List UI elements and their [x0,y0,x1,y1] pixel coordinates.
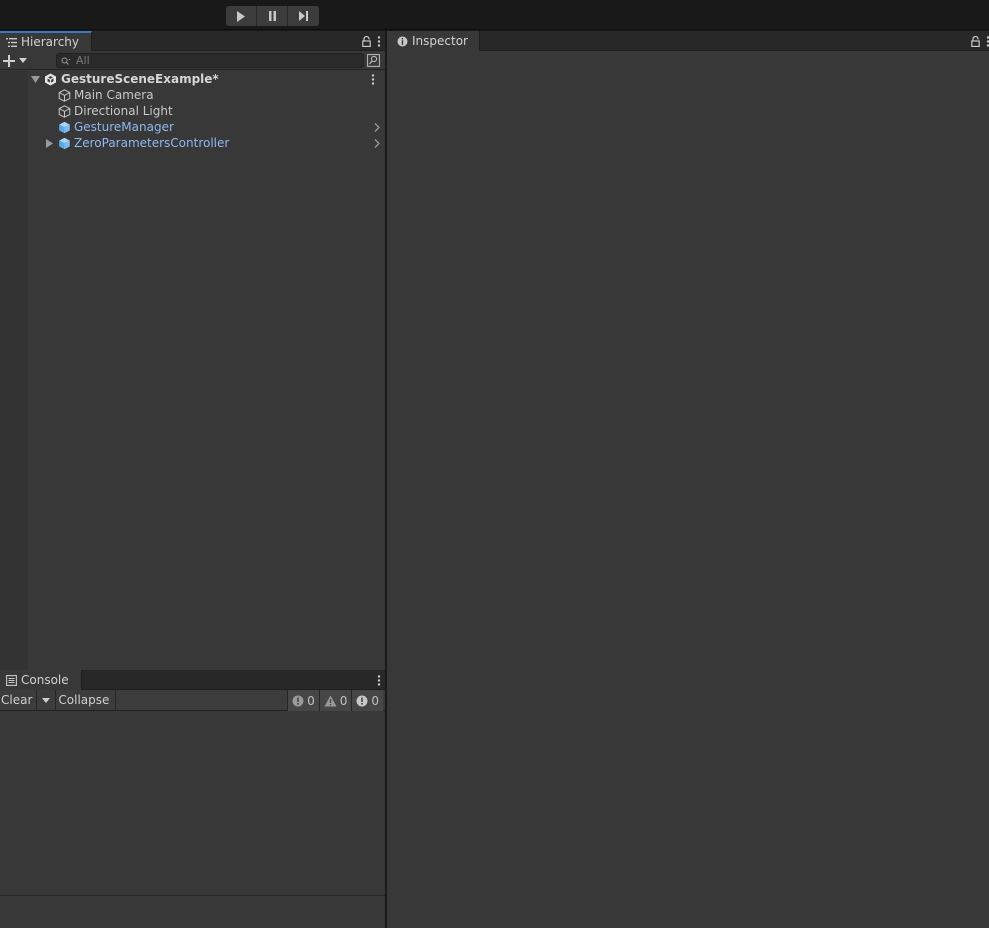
console-tab-controls [377,672,381,688]
tree-row-label: ZeroParametersController [74,136,230,150]
inspector-panel: Inspector [387,31,989,928]
tab-hierarchy-label: Hierarchy [21,35,80,49]
unity-scene-icon [43,72,57,86]
console-tabbar: Console [0,670,385,690]
hierarchy-tab-controls [362,33,381,49]
clear-button[interactable]: Clear [0,689,38,711]
create-dropdown-button[interactable] [3,53,29,68]
kebab-menu-icon[interactable] [377,35,381,47]
collapse-label: Collapse [58,693,110,707]
playmode-controls [226,6,319,26]
cube-outline-icon [57,88,71,102]
tree-row-label: Directional Light [74,104,173,118]
search-icon [61,57,71,65]
tree-row-scene[interactable]: GestureSceneExample* [0,71,385,87]
hierarchy-tree: GestureSceneExample* Main Camera Directi… [0,71,385,670]
tab-hierarchy[interactable]: Hierarchy [0,31,92,51]
info-count: 0 [307,693,315,708]
console-counters: 0 0 0 [287,690,383,711]
tree-row-label: GestureSceneExample* [61,72,219,86]
hierarchy-panel: Hierarchy All GestureSceneExample* Main … [0,31,385,670]
pause-button[interactable] [257,6,288,26]
info-icon [292,695,304,706]
tree-row-directional-light[interactable]: Directional Light [0,103,385,119]
info-count-toggle[interactable]: 0 [287,690,319,711]
inspector-tabbar: Inspector [387,31,989,51]
error-count: 0 [371,693,379,708]
prefab-cube-icon [57,136,71,150]
warning-icon [324,695,337,706]
console-toolbar: Clear Collapse 0 0 0 [0,689,385,711]
search-by-type-icon [367,54,380,67]
console-panel: Console Clear Collapse 0 0 0 [0,670,385,928]
dropdown-arrow-icon [42,697,51,703]
plus-icon [3,54,15,67]
console-icon [5,674,17,686]
dropdown-arrow-icon [19,58,27,63]
foldout-collapsed-icon[interactable] [44,135,54,151]
tab-inspector-label: Inspector [412,34,468,48]
warning-count: 0 [339,693,348,708]
lock-icon[interactable] [971,35,980,47]
main-toolbar [0,0,989,30]
tab-console-label: Console [21,673,69,687]
search-placeholder: All [76,54,90,67]
cube-outline-icon [57,104,71,118]
error-icon [356,695,368,706]
step-button[interactable] [288,6,319,26]
inspector-tab-controls [971,33,989,49]
chevron-right-icon[interactable] [373,135,381,151]
play-button[interactable] [226,6,257,26]
chevron-right-icon[interactable] [373,119,381,135]
error-count-toggle[interactable]: 0 [351,690,383,711]
foldout-expanded-icon[interactable] [30,71,40,87]
scene-kebab-menu-icon[interactable] [369,71,377,87]
hierarchy-tabbar: Hierarchy [0,31,385,51]
lock-icon[interactable] [362,35,371,47]
tree-row-label: GestureManager [74,120,174,134]
pause-icon [268,11,276,21]
console-detail-area[interactable] [0,895,385,928]
hierarchy-list-icon [5,36,17,48]
tree-row-zero-parameters-controller[interactable]: ZeroParametersController [0,135,385,151]
warning-count-toggle[interactable]: 0 [318,690,352,711]
tree-row-gesture-manager[interactable]: GestureManager [0,119,385,135]
collapse-toggle[interactable]: Collapse [56,689,117,711]
tab-inspector[interactable]: Inspector [387,31,480,51]
clear-label: Clear [1,693,33,707]
tab-console[interactable]: Console [0,670,82,690]
prefab-cube-icon [57,120,71,134]
hierarchy-toolbar: All [0,51,385,70]
info-icon [396,35,408,47]
scene-visibility-button[interactable] [366,53,381,68]
kebab-menu-icon[interactable] [377,674,381,686]
play-icon [237,10,245,22]
clear-options-dropdown[interactable] [37,689,57,711]
console-log-list[interactable] [0,712,385,895]
tree-row-label: Main Camera [74,88,154,102]
hierarchy-search-input[interactable]: All [56,53,364,68]
tree-row-main-camera[interactable]: Main Camera [0,87,385,103]
step-icon [299,11,308,21]
